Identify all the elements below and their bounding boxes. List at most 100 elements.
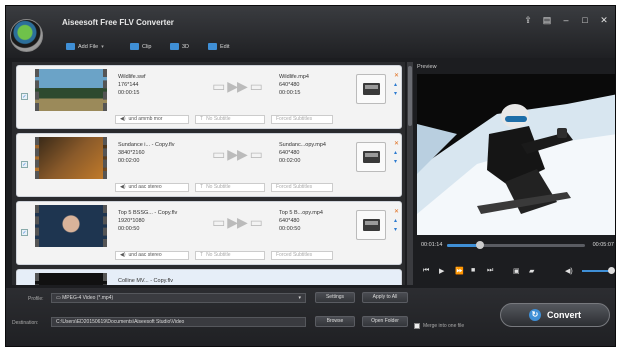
output-name: Top 5 B...opy.mp4: [279, 210, 323, 216]
move-down-icon[interactable]: ▾: [394, 90, 399, 99]
browse-button[interactable]: Browse: [315, 316, 355, 327]
settings-button[interactable]: Settings: [315, 292, 355, 303]
row-checkbox[interactable]: ✓: [21, 93, 28, 100]
clip-button[interactable]: Clip: [126, 40, 155, 53]
move-up-icon[interactable]: ▴: [394, 149, 399, 158]
source-duration: 00:00:15: [118, 90, 140, 96]
stop-icon[interactable]: ■: [471, 267, 475, 274]
output-resolution: 640*480: [279, 150, 300, 156]
file-row[interactable]: ✓ Wildlife.swf 176*144 00:00:15 ▭ ▶▶ ▭ W…: [16, 65, 402, 129]
format-icon[interactable]: [356, 142, 386, 172]
subtitle-select[interactable]: T No Subtitle: [195, 182, 265, 192]
format-icon[interactable]: [356, 210, 386, 240]
move-up-icon[interactable]: ▴: [394, 217, 399, 226]
destination-input[interactable]: C:\Users\ED20150619\Documents\Aiseesoft …: [51, 317, 306, 327]
edit-button[interactable]: Edit: [204, 40, 233, 53]
convert-icon: ↻: [528, 309, 541, 321]
forced-subtitles-checkbox[interactable]: Forced Subtitles: [271, 114, 333, 124]
skip-back-icon[interactable]: ⏮: [423, 267, 429, 275]
output-info: Top 5 B...opy.mp4 640*480 00:00:50: [279, 209, 323, 233]
row-checkbox[interactable]: ✓: [21, 229, 28, 236]
3d-button[interactable]: 3D: [166, 40, 193, 53]
output-info: Wildlife.mp4 640*480 00:00:15: [279, 73, 309, 97]
convert-arrow-icon: ▭ ▶▶ ▭: [212, 78, 263, 94]
open-folder-button[interactable]: Open Folder: [362, 316, 408, 327]
edit-label: Edit: [220, 43, 230, 50]
source-info: Sundance i... - Copy.flv 3840*2160 00:02…: [118, 141, 174, 165]
folder-icon[interactable]: ▰: [529, 267, 534, 275]
format-icon[interactable]: [356, 74, 386, 104]
play-icon[interactable]: ▶: [439, 267, 444, 275]
file-list: ✓ Wildlife.swf 176*144 00:00:15 ▭ ▶▶ ▭ W…: [12, 62, 405, 285]
move-down-icon[interactable]: ▾: [394, 158, 399, 167]
merge-checkbox-box[interactable]: [414, 323, 420, 329]
apply-to-all-button[interactable]: Apply to All: [362, 292, 408, 303]
profile-select[interactable]: ▭ MPEG-4 Video (*.mp4) ▾: [51, 293, 306, 303]
source-info: Wildlife.swf 176*144 00:00:15: [118, 73, 146, 97]
row-actions: ✕ ▴ ▾: [394, 208, 399, 235]
output-name: Sundanc...opy.mp4: [279, 142, 326, 148]
speaker-icon: ◀): [120, 116, 126, 122]
close-icon[interactable]: ✕: [599, 15, 609, 26]
output-duration: 00:00:15: [279, 90, 301, 96]
move-down-icon[interactable]: ▾: [394, 226, 399, 235]
convert-button[interactable]: ↻ Convert: [500, 303, 610, 327]
file-list-scrollbar[interactable]: [407, 62, 413, 285]
skip-forward-icon[interactable]: ⏭: [487, 267, 493, 275]
window-controls: ⇪ ▤ – □ ✕: [523, 15, 609, 26]
scissors-icon: [130, 43, 139, 50]
subtitle-select[interactable]: T No Subtitle: [195, 114, 265, 124]
volume-slider[interactable]: [582, 267, 615, 274]
total-time: 00:05:07: [592, 242, 614, 248]
subtitle-icon: T: [200, 252, 204, 258]
chevron-down-icon: ▾: [101, 43, 104, 50]
file-row[interactable]: ✓ Top 5 BSSG... - Copy.flv 1920*1080 00:…: [16, 201, 402, 265]
merge-checkbox[interactable]: Merge into one file: [414, 323, 464, 329]
title-bar: Aiseesoft Free FLV Converter Add File ▾ …: [6, 6, 615, 58]
maximize-icon[interactable]: □: [580, 15, 590, 26]
source-name: Wildlife.swf: [118, 74, 146, 80]
remove-icon[interactable]: ✕: [394, 72, 399, 81]
seek-slider[interactable]: [447, 241, 585, 249]
player-controls: 00:01:14 00:05:07 ⏮ ▶ ⏩ ■ ⏭ ▣ ▰ ◀): [417, 238, 615, 284]
forced-subtitles-checkbox[interactable]: Forced Subtitles: [271, 250, 333, 260]
audio-track-select[interactable]: ◀) und aac stereo: [115, 182, 189, 192]
scrollbar-thumb[interactable]: [408, 66, 412, 126]
output-duration: 00:00:50: [279, 226, 301, 232]
video-thumbnail: [35, 273, 107, 285]
move-up-icon[interactable]: ▴: [394, 81, 399, 90]
row-checkbox[interactable]: ✓: [21, 161, 28, 168]
remove-icon[interactable]: ✕: [394, 208, 399, 217]
video-thumbnail: [35, 137, 107, 179]
preview-frame: [417, 74, 615, 235]
output-resolution: 640*480: [279, 82, 300, 88]
convert-label: Convert: [546, 310, 581, 320]
audio-track-select[interactable]: ◀) und aac stereo: [115, 250, 189, 260]
volume-icon[interactable]: ◀): [565, 267, 573, 275]
destination-label: Destination:: [12, 320, 39, 326]
menu-icon[interactable]: ▤: [542, 15, 552, 26]
file-row[interactable]: ✓ Sundance i... - Copy.flv 3840*2160 00:…: [16, 133, 402, 197]
file-row[interactable]: Colline MV... - Copy.flv: [16, 269, 402, 285]
audio-track-select[interactable]: ◀) und amrnb mor: [115, 114, 189, 124]
minimize-icon[interactable]: –: [561, 15, 571, 26]
add-file-label: Add File: [78, 43, 99, 50]
share-icon[interactable]: ⇪: [523, 15, 533, 26]
speaker-icon: ◀): [120, 184, 126, 190]
source-info: Top 5 BSSG... - Copy.flv 1920*1080 00:00…: [118, 209, 177, 233]
video-thumbnail: [35, 69, 107, 111]
speaker-icon: ◀): [120, 252, 126, 258]
fast-forward-icon[interactable]: ⏩: [455, 267, 464, 275]
source-resolution: 3840*2160: [118, 150, 145, 156]
add-file-button[interactable]: Add File ▾: [62, 40, 108, 53]
subtitle-icon: T: [200, 184, 204, 190]
seek-knob[interactable]: [476, 241, 485, 249]
remove-icon[interactable]: ✕: [394, 140, 399, 149]
add-file-icon: [66, 43, 75, 50]
source-info: Colline MV... - Copy.flv: [118, 277, 173, 285]
app-logo-icon: [10, 19, 43, 52]
forced-subtitles-checkbox[interactable]: Forced Subtitles: [271, 182, 333, 192]
subtitle-select[interactable]: T No Subtitle: [195, 250, 265, 260]
snapshot-icon[interactable]: ▣: [513, 267, 520, 275]
row-options: ◀) und aac stereo T No Subtitle Forced Sub…: [115, 182, 333, 192]
